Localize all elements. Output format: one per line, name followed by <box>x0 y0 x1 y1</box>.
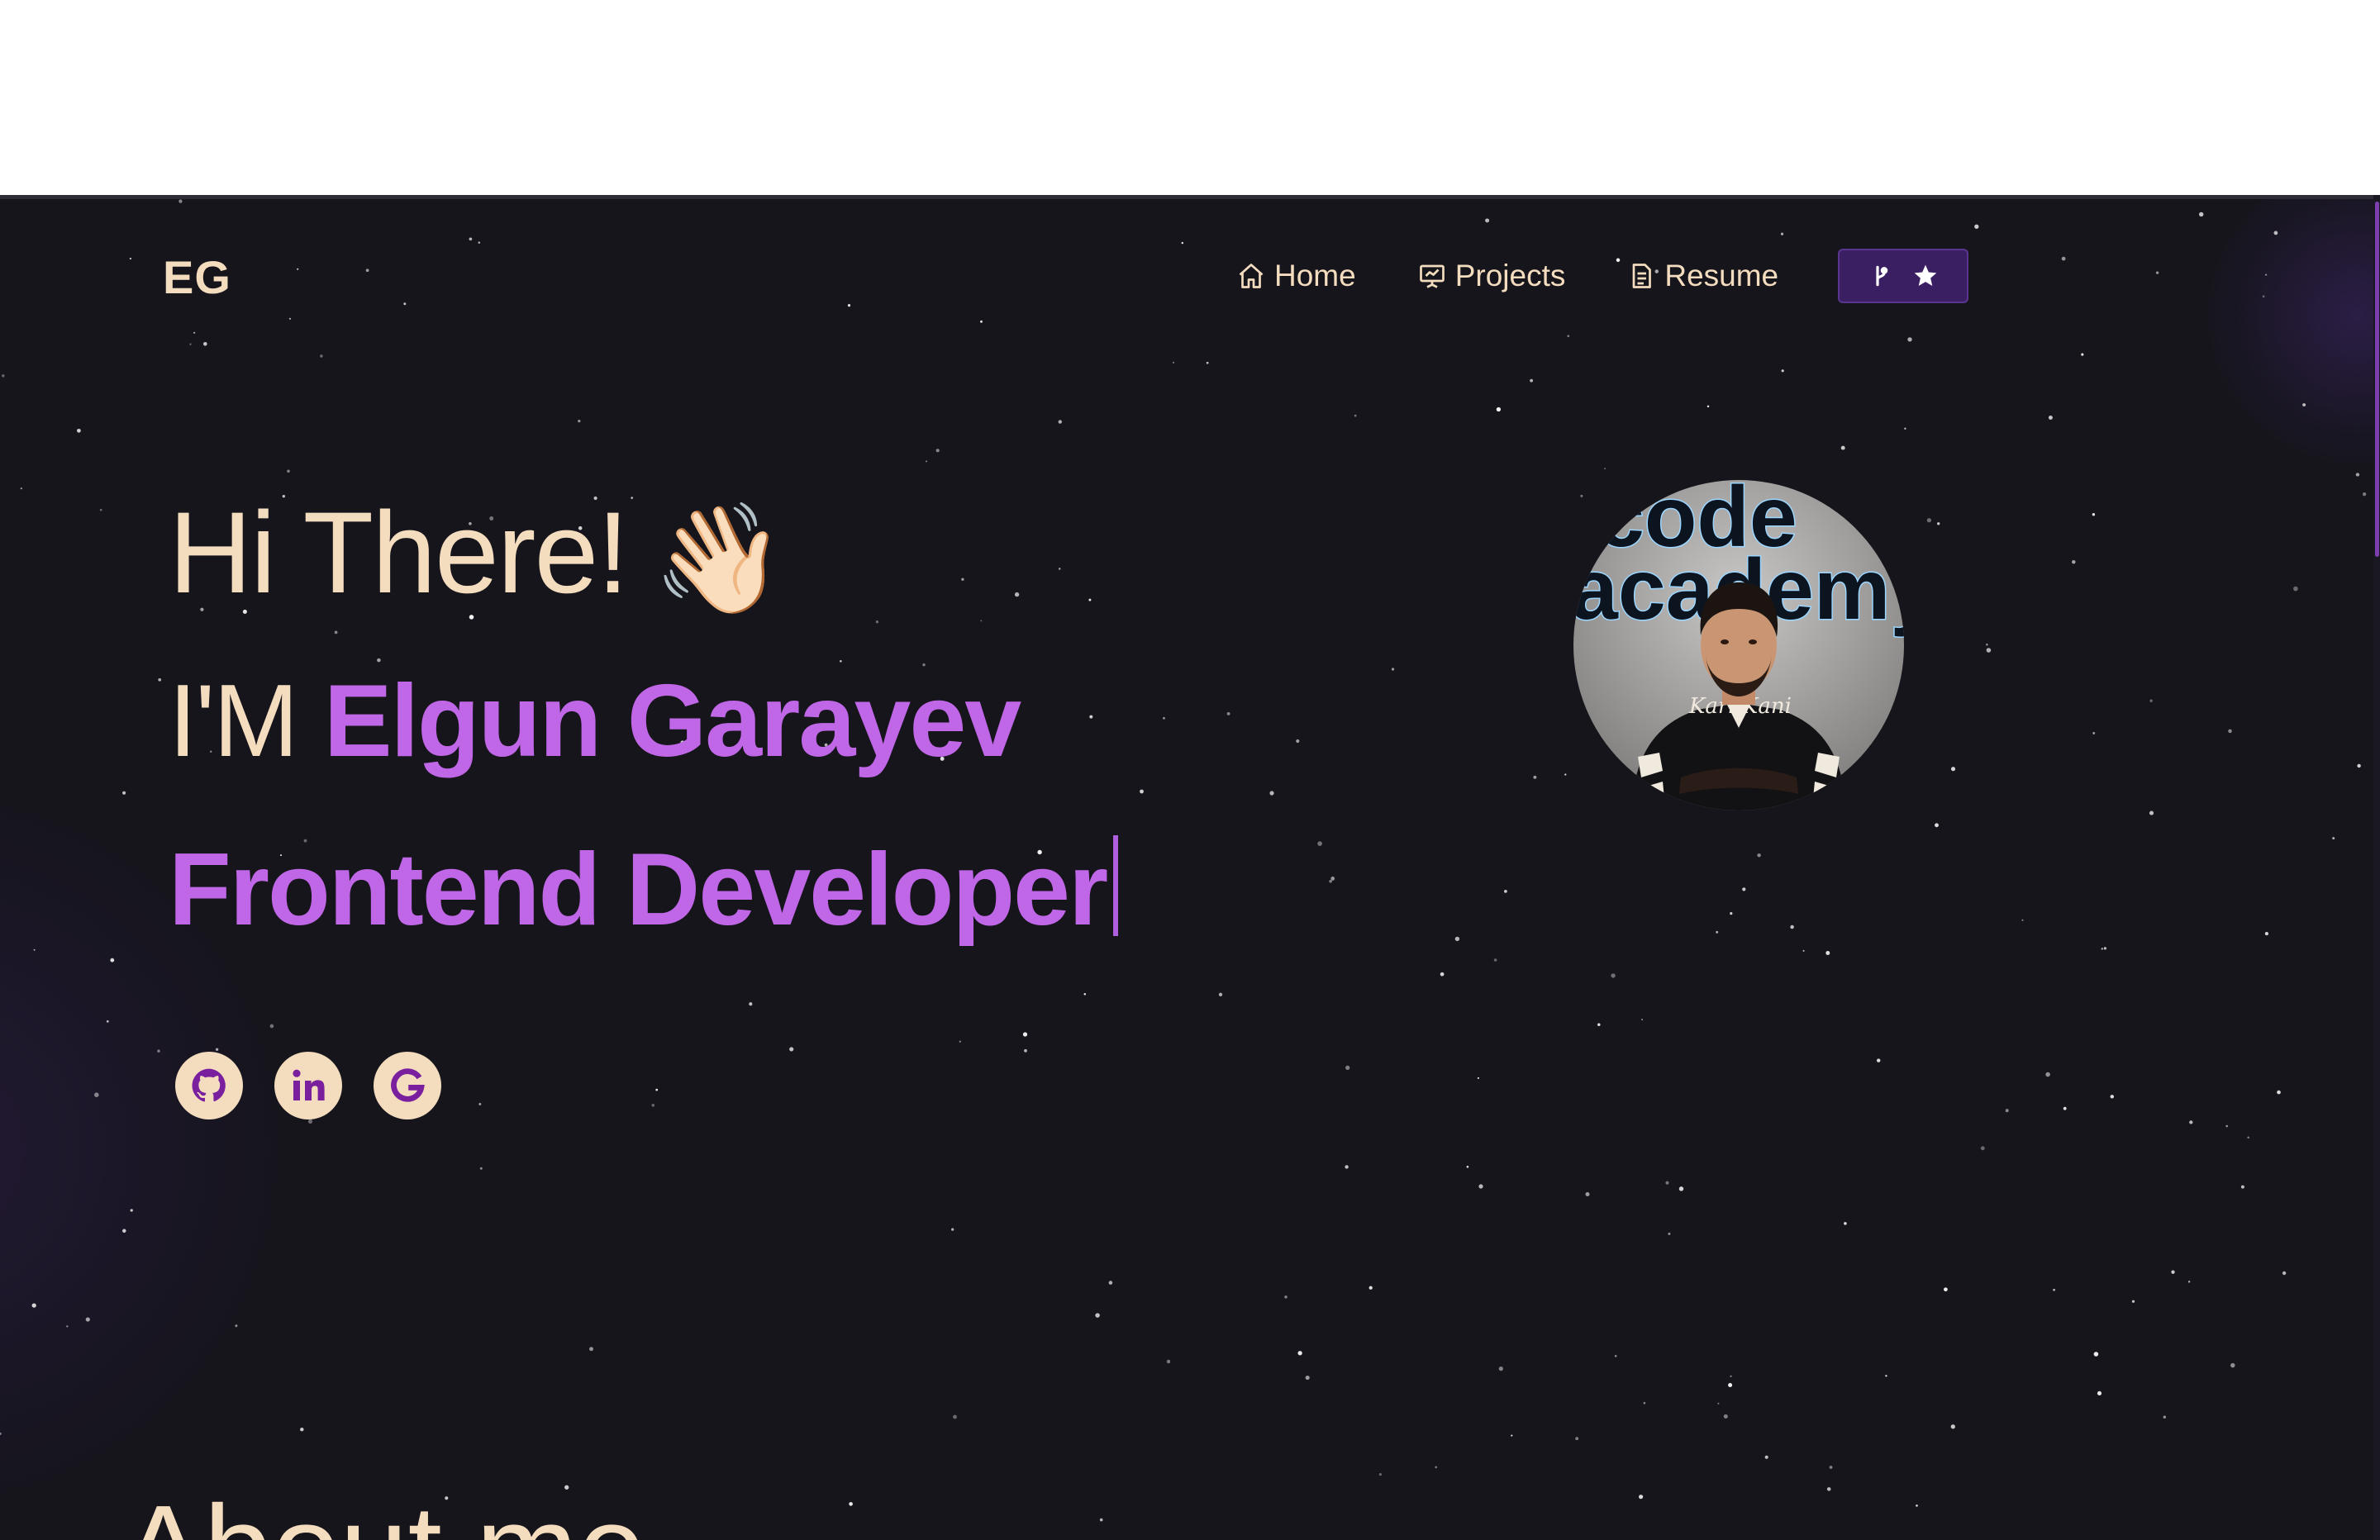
hero-name: I'M Elgun Garayev <box>169 670 1021 772</box>
page-scrollbar[interactable] <box>2373 195 2380 1540</box>
google-link[interactable] <box>374 1052 441 1119</box>
main-nav: Home Projects Resume <box>1236 249 1969 303</box>
social-links <box>175 1052 441 1119</box>
nav-home[interactable]: Home <box>1236 259 1356 293</box>
browser-blank-area <box>0 0 2373 195</box>
profile-photo: code academy Karl Kani <box>1573 480 1904 810</box>
nav-resume-label: Resume <box>1664 259 1779 292</box>
google-icon <box>391 1068 425 1102</box>
home-icon <box>1239 264 1264 288</box>
presentation-icon <box>1419 264 1445 288</box>
nav-projects-label: Projects <box>1454 259 1566 292</box>
github-link[interactable] <box>175 1052 243 1119</box>
site-logo[interactable]: EG <box>163 250 231 304</box>
role-text: Frontend Developer <box>169 833 1108 947</box>
hero-role-typewriter: Frontend Developer <box>169 835 1119 941</box>
name-prefix: I'M <box>169 664 298 778</box>
scrollbar-thumb[interactable] <box>2375 202 2379 557</box>
greeting-text: Hi There! <box>169 487 629 617</box>
document-icon <box>1633 264 1652 288</box>
about-section-title: About me <box>122 1488 645 1540</box>
hero-greeting: Hi There! 👋🏻 <box>169 495 786 619</box>
portfolio-page: EG Home Projects Resume Hi There! 👋🏻 I'M… <box>0 199 2373 1540</box>
github-star-button[interactable] <box>1838 249 1969 303</box>
linkedin-link[interactable] <box>274 1052 342 1119</box>
nav-home-label: Home <box>1274 259 1356 292</box>
nav-projects[interactable]: Projects <box>1417 259 1566 293</box>
nav-resume[interactable]: Resume <box>1626 259 1778 293</box>
linkedin-icon <box>293 1069 325 1100</box>
typewriter-cursor <box>1113 835 1119 936</box>
github-icon <box>192 1068 226 1102</box>
star-icon <box>1914 264 1937 286</box>
waving-hand-icon: 👋🏻 <box>652 498 786 619</box>
git-fork-icon <box>1876 265 1888 287</box>
developer-name: Elgun Garayev <box>323 664 1021 778</box>
profile-photo-illustration: code academy Karl Kani <box>1573 480 1904 810</box>
